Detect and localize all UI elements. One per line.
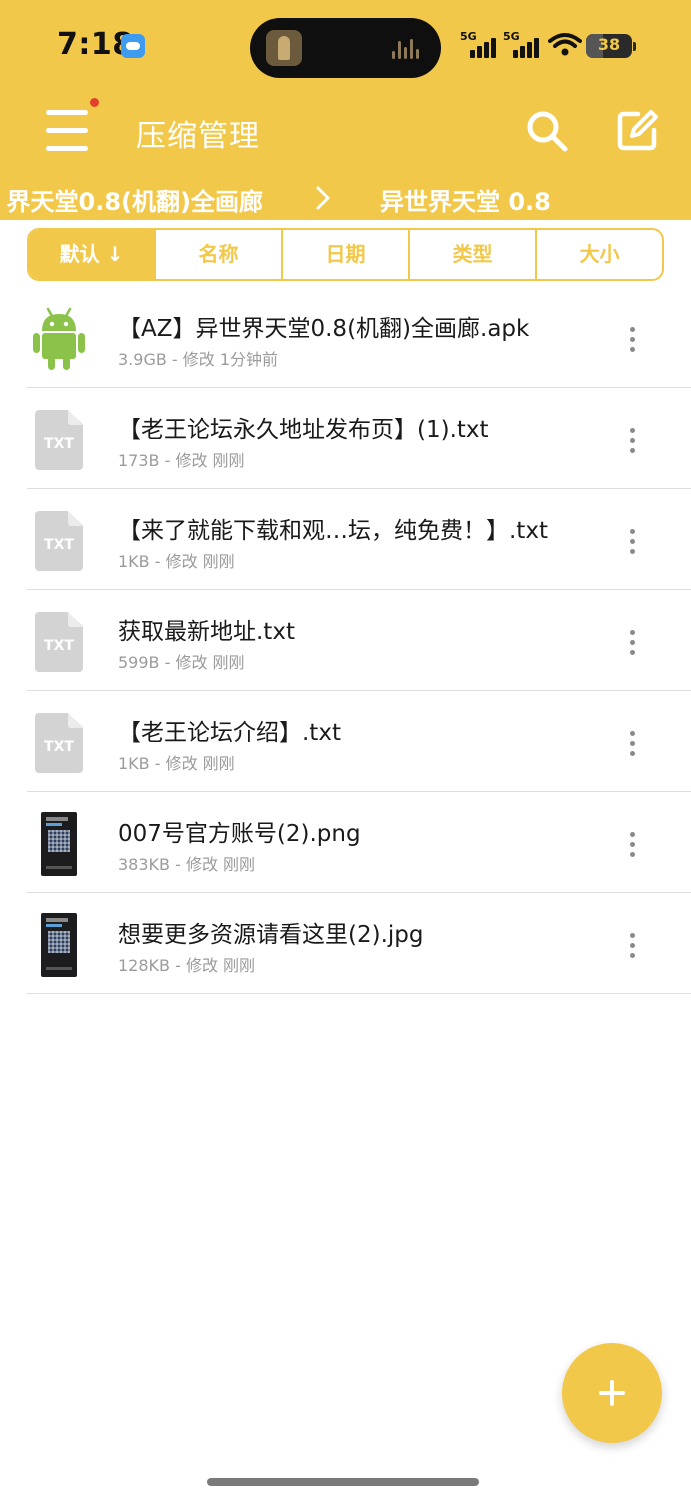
file-meta: 1KB - 修改 刚刚 [118, 552, 235, 571]
battery-tip [633, 42, 636, 51]
file-name: 【老王论坛永久地址发布页】(1).txt [118, 417, 489, 443]
sort-tab-name[interactable]: 名称 [154, 230, 281, 279]
file-name: 想要更多资源请看这里(2).jpg [118, 922, 424, 948]
file-name: 【老王论坛介绍】.txt [118, 720, 341, 746]
network-type-label-2: 5G [503, 30, 520, 43]
sort-tab-type[interactable]: 类型 [408, 230, 535, 279]
file-list-item[interactable]: TXT 获取最新地址.txt 599B - 修改 刚刚 [0, 590, 691, 691]
image-thumbnail [28, 810, 90, 876]
file-meta: 128KB - 修改 刚刚 [118, 956, 256, 975]
more-options-icon[interactable] [620, 729, 644, 759]
file-meta: 173B - 修改 刚刚 [118, 451, 245, 470]
txt-file-icon: TXT [28, 608, 90, 674]
txt-file-icon: TXT [28, 709, 90, 775]
file-name: 获取最新地址.txt [118, 619, 295, 645]
add-button[interactable] [562, 1343, 662, 1443]
notification-dot [90, 98, 99, 107]
more-options-icon[interactable] [620, 628, 644, 658]
txt-file-icon: TXT [28, 507, 90, 573]
hamburger-menu-button[interactable] [40, 98, 99, 158]
more-options-icon[interactable] [620, 527, 644, 557]
search-icon[interactable] [524, 108, 570, 154]
home-indicator[interactable] [207, 1478, 479, 1486]
file-list: 【AZ】异世界天堂0.8(机翻)全画廊.apk 3.9GB - 修改 1分钟前 … [0, 287, 691, 994]
file-list-item[interactable]: 【AZ】异世界天堂0.8(机翻)全画廊.apk 3.9GB - 修改 1分钟前 [0, 287, 691, 388]
more-options-icon[interactable] [620, 830, 644, 860]
edit-icon[interactable] [614, 108, 660, 154]
more-options-icon[interactable] [620, 426, 644, 456]
sort-tabs: 默认 ↓ 名称 日期 类型 大小 [27, 228, 664, 281]
file-type-label: TXT [44, 537, 74, 553]
file-list-item[interactable]: TXT 【老王论坛介绍】.txt 1KB - 修改 刚刚 [0, 691, 691, 792]
file-type-label: TXT [44, 436, 74, 452]
file-name: 007号官方账号(2).png [118, 821, 361, 847]
file-meta: 3.9GB - 修改 1分钟前 [118, 350, 279, 369]
file-meta: 383KB - 修改 刚刚 [118, 855, 256, 874]
chevron-right-icon [316, 186, 330, 210]
battery-level-text: 38 [597, 35, 621, 54]
file-name: 【AZ】异世界天堂0.8(机翻)全画廊.apk [118, 316, 530, 342]
audio-waveform-icon [392, 37, 424, 59]
cellular-signal-icon: 5G [460, 30, 506, 58]
android-icon [33, 307, 85, 370]
page-title: 压缩管理 [136, 119, 260, 154]
image-thumbnail [28, 911, 90, 977]
cellular-signal-icon-2: 5G [503, 30, 549, 58]
status-bar: 7:18 5G 5G 38 [0, 0, 691, 90]
file-name: 【来了就能下载和观…坛，纯免费！】.txt [118, 518, 548, 544]
file-list-item[interactable]: 007号官方账号(2).png 383KB - 修改 刚刚 [0, 792, 691, 893]
file-list-item[interactable]: TXT 【来了就能下载和观…坛，纯免费！】.txt 1KB - 修改 刚刚 [0, 489, 691, 590]
file-list-item[interactable]: TXT 【老王论坛永久地址发布页】(1).txt 173B - 修改 刚刚 [0, 388, 691, 489]
more-options-icon[interactable] [620, 325, 644, 355]
sort-tab-date[interactable]: 日期 [281, 230, 408, 279]
battery-icon: 38 [586, 34, 632, 58]
now-playing-artwork [266, 30, 302, 66]
more-options-icon[interactable] [620, 931, 644, 961]
breadcrumb: 界天堂0.8(机翻)全画廊 异世界天堂 0.8 [0, 178, 691, 218]
wifi-icon [548, 33, 582, 56]
sort-tab-default[interactable]: 默认 ↓ [29, 230, 154, 279]
weather-app-icon [121, 34, 145, 58]
app-header: 7:18 5G 5G 38 压缩管理 界天堂0.8(机翻)全画廊 异世界天堂 0… [0, 0, 691, 220]
file-type-label: TXT [44, 739, 74, 755]
file-type-label: TXT [44, 638, 74, 654]
breadcrumb-current[interactable]: 异世界天堂 0.8 [380, 182, 551, 217]
sort-tab-size[interactable]: 大小 [535, 230, 662, 279]
file-meta: 1KB - 修改 刚刚 [118, 754, 235, 773]
network-type-label: 5G [460, 30, 477, 43]
breadcrumb-previous[interactable]: 界天堂0.8(机翻)全画廊 [7, 182, 263, 217]
dynamic-island [250, 18, 441, 78]
txt-file-icon: TXT [28, 406, 90, 472]
file-list-item[interactable]: 想要更多资源请看这里(2).jpg 128KB - 修改 刚刚 [0, 893, 691, 994]
file-meta: 599B - 修改 刚刚 [118, 653, 245, 672]
